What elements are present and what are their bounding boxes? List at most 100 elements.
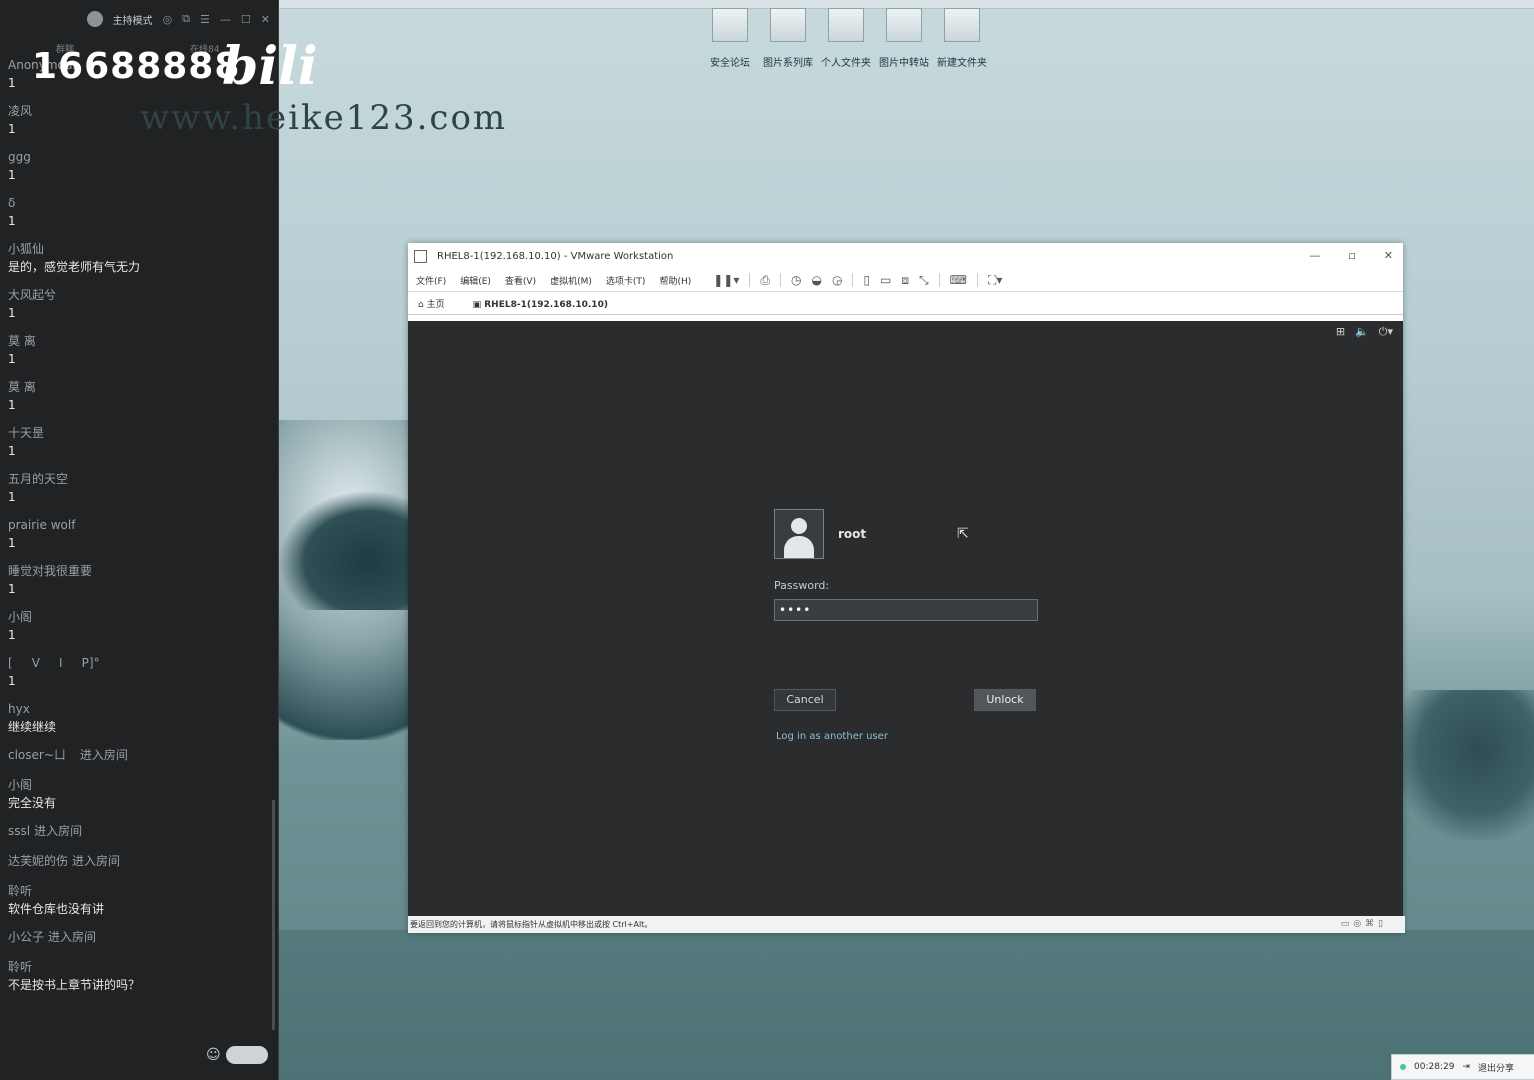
- status-text: 要返回到您的计算机，请将鼠标指针从虚拟机中移出或按 Ctrl+Alt。: [410, 920, 653, 929]
- menu-view[interactable]: 查看(V): [505, 274, 536, 287]
- chat-message-list[interactable]: Anonymous 1 凌风 1 ggg 1 δ1 小狐仙 是的，感觉老师有气无力 大风…: [8, 56, 270, 1004]
- list-item: sssl 进入房间: [8, 822, 270, 840]
- folder-icon: [886, 8, 922, 42]
- recording-indicator-icon: [1400, 1064, 1406, 1070]
- message-text: 软件仓库也没有讲: [8, 902, 105, 916]
- menu-help[interactable]: 帮助(H): [659, 274, 691, 287]
- maximize-icon[interactable]: ▫: [1348, 249, 1355, 262]
- message-author: [ V I P]°: [8, 656, 100, 670]
- password-field[interactable]: ••••: [774, 599, 1038, 621]
- fullscreen-icon[interactable]: ⛶▾: [988, 273, 1002, 288]
- list-item: 莫 离 1: [8, 378, 270, 414]
- mouse-cursor-icon: ⇱: [957, 526, 969, 542]
- network-icon[interactable]: ⊞: [1336, 325, 1345, 339]
- message-text: 1: [8, 352, 16, 366]
- message-author: sssl: [8, 824, 31, 838]
- watermark-url: www.heike123.com: [140, 98, 508, 138]
- revert-snapshot-icon[interactable]: ◒: [811, 273, 821, 287]
- message-author: hyx: [8, 702, 30, 716]
- message-text: 不是按书上章节讲的吗？: [8, 978, 141, 992]
- device-status-icons[interactable]: ▭◎⌘▯: [1341, 916, 1387, 933]
- toolbar-divider: [779, 273, 781, 287]
- vmware-titlebar[interactable]: RHEL8-1(192.168.10.10) - VMware Workstat…: [408, 243, 1403, 269]
- send-button[interactable]: [226, 1046, 268, 1064]
- chat-titlebar: 主持模式 ◎ ⧉ ☰ — ☐ ✕: [0, 0, 278, 38]
- chat-footer: ☺: [0, 1044, 278, 1068]
- window-title: RHEL8-1(192.168.10.10) - VMware Workstat…: [437, 250, 674, 262]
- menu-file[interactable]: 文件(F): [416, 274, 446, 287]
- message-author: 小阁: [8, 610, 33, 624]
- message-author: 莫 离: [8, 334, 36, 348]
- unlock-button[interactable]: Unlock: [974, 689, 1036, 711]
- tab-vm[interactable]: ▣ RHEL8-1(192.168.10.10): [471, 298, 614, 314]
- toolbar-divider: [749, 273, 751, 287]
- message-text: 1: [8, 214, 16, 228]
- exit-share-button[interactable]: 退出分享: [1478, 1061, 1514, 1074]
- host-mode-label[interactable]: 主持模式: [113, 12, 153, 27]
- maximize-icon[interactable]: ☐: [241, 13, 251, 26]
- login-another-user-link[interactable]: Log in as another user: [776, 731, 888, 742]
- desktop-icon-label: 新建文件夹: [937, 58, 987, 69]
- emoji-icon[interactable]: ☺: [206, 1047, 221, 1063]
- minimize-icon[interactable]: —: [220, 13, 231, 26]
- list-item: 聆听 不是按书上章节讲的吗？: [8, 958, 270, 994]
- stretch-icon[interactable]: ⤡: [919, 273, 929, 288]
- guest-lock-screen[interactable]: ⊞ 🔈 ⏻▾ root Password: •••• Cancel Unlock…: [408, 321, 1403, 916]
- list-item: 小公子 进入房间: [8, 928, 270, 946]
- list-item: ggg 1: [8, 148, 270, 184]
- toolbar-divider: [938, 273, 940, 287]
- tab-home[interactable]: ⌂ 主页: [416, 295, 451, 314]
- list-item: closer~ㄩ 进入房间: [8, 746, 270, 764]
- menu-vm[interactable]: 虚拟机(M): [550, 274, 592, 287]
- message-author: δ: [8, 196, 16, 210]
- desktop-icons: 安全论坛 图片系列库 个人文件夹 图片中转站 新建文件夹: [705, 8, 987, 69]
- vmware-statusbar: 要返回到您的计算机，请将鼠标指针从虚拟机中移出或按 Ctrl+Alt。 ▭◎⌘▯: [408, 916, 1405, 933]
- desktop-icon[interactable]: 新建文件夹: [937, 8, 987, 69]
- minimize-icon[interactable]: —: [1309, 249, 1320, 262]
- scenery-water: [278, 930, 1534, 1080]
- snapshot-manager-icon[interactable]: ◶: [832, 273, 842, 287]
- enter-room-text: 进入房间: [72, 854, 121, 868]
- terminal-icon[interactable]: ⌨: [950, 273, 967, 287]
- desktop-icon[interactable]: 安全论坛: [705, 8, 755, 69]
- settings-icon[interactable]: ◎: [163, 13, 173, 26]
- console-view-icon[interactable]: ▭: [880, 273, 891, 287]
- message-author: 聆听: [8, 884, 33, 898]
- enter-room-text: 进入房间: [48, 930, 97, 944]
- desktop-icon[interactable]: 图片中转站: [879, 8, 929, 69]
- message-text: 1: [8, 398, 16, 412]
- snapshot-icon[interactable]: ◷: [791, 273, 801, 287]
- message-text: 完全没有: [8, 796, 57, 810]
- pause-icon[interactable]: ❚❚▾: [713, 273, 739, 287]
- sidebar-toggle-icon[interactable]: ▯: [863, 273, 870, 287]
- message-author: 五月的天空: [8, 472, 69, 486]
- desktop-icon[interactable]: 图片系列库: [763, 8, 813, 69]
- power-icon[interactable]: ⏻▾: [1379, 325, 1393, 339]
- popout-icon[interactable]: ⧉: [182, 12, 190, 26]
- avatar[interactable]: [86, 11, 103, 27]
- unity-icon[interactable]: ⧈: [901, 273, 909, 288]
- desktop-icon[interactable]: 个人文件夹: [821, 8, 871, 69]
- window-controls: — ▫ ✕: [1309, 249, 1393, 262]
- volume-icon[interactable]: 🔈: [1355, 325, 1369, 339]
- chat-scrollbar[interactable]: [272, 800, 275, 1030]
- vmware-window: RHEL8-1(192.168.10.10) - VMware Workstat…: [408, 243, 1405, 933]
- list-item: 大风起兮 1: [8, 286, 270, 322]
- watermark-number: 16688888: [32, 46, 241, 87]
- toolbar-divider: [976, 273, 978, 287]
- cancel-button[interactable]: Cancel: [774, 689, 836, 711]
- user-avatar-icon: [774, 509, 824, 559]
- menu-edit[interactable]: 编辑(E): [460, 274, 491, 287]
- list-item: [ V I P]° 1: [8, 654, 270, 690]
- close-icon[interactable]: ✕: [1384, 249, 1393, 262]
- desktop-icon-label: 个人文件夹: [821, 58, 871, 69]
- vmware-toolbar: ❚❚▾ ⎙ ◷ ◒ ◶ ▯ ▭ ⧈ ⤡ ⌨ ⛶▾: [713, 273, 1002, 288]
- menu-tabs[interactable]: 选项卡(T): [606, 274, 646, 287]
- list-item: 小阁 完全没有: [8, 776, 270, 812]
- menu-icon[interactable]: ☰: [200, 13, 210, 26]
- scenery-hill-right: [1394, 690, 1534, 840]
- message-text: 1: [8, 444, 16, 458]
- send-ctrl-alt-del-icon[interactable]: ⎙: [760, 273, 770, 288]
- close-icon[interactable]: ✕: [261, 13, 270, 26]
- message-author: prairie wolf: [8, 518, 76, 532]
